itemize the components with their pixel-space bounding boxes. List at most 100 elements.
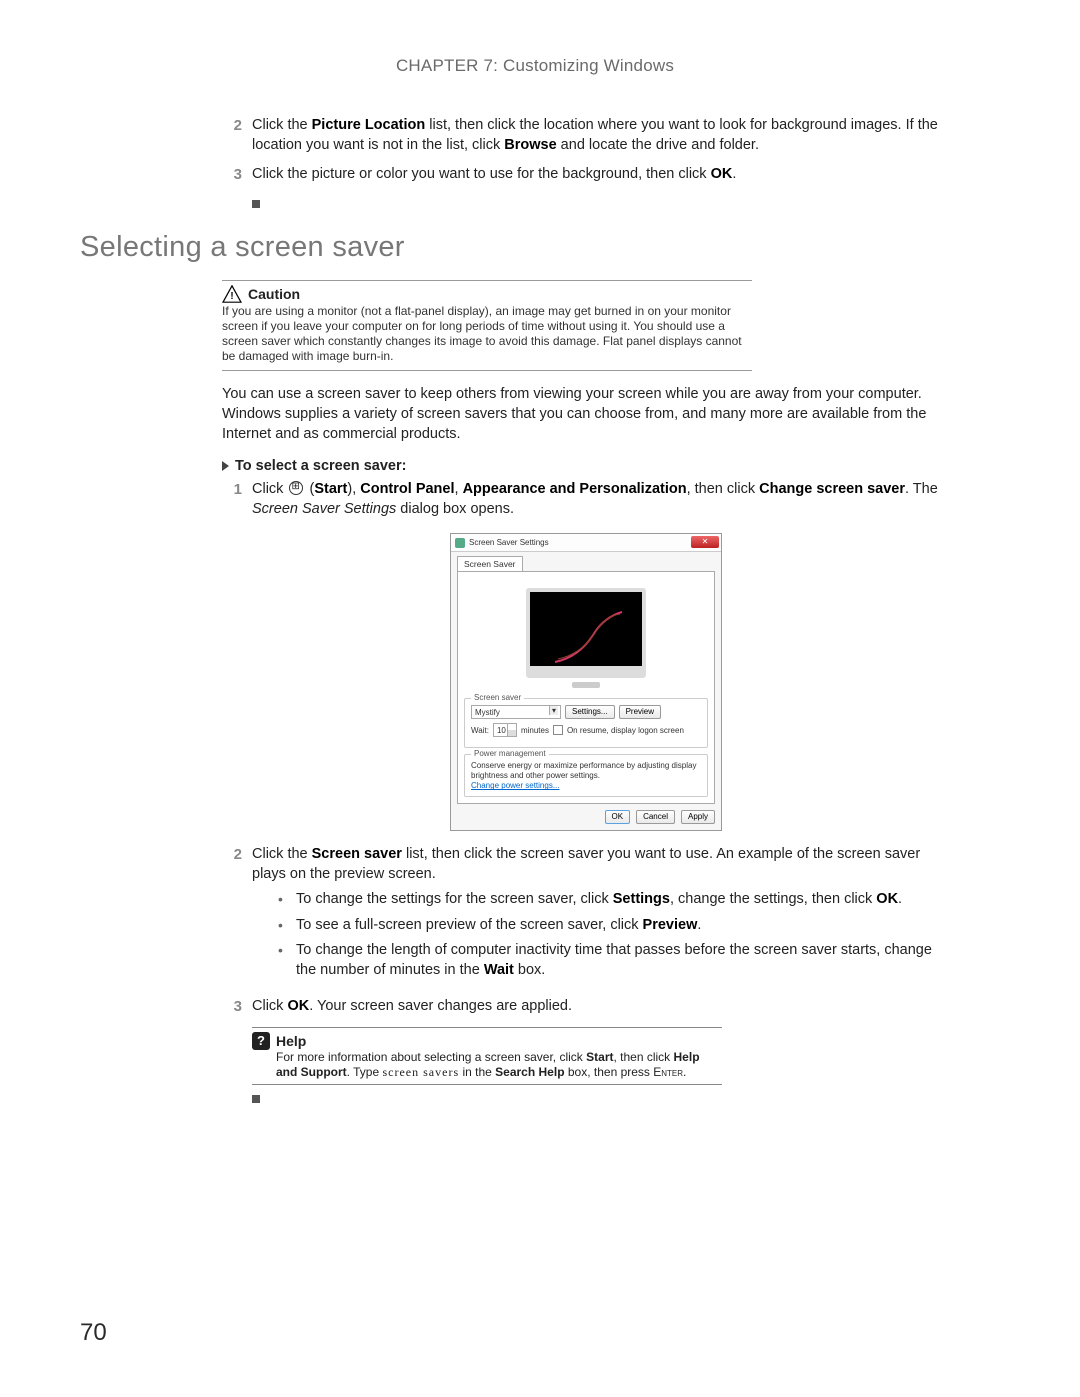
- text: ),: [347, 481, 360, 497]
- list-item: To change the settings for the screen sa…: [278, 890, 950, 910]
- proc-step-1: 1 Click (Start), Control Panel, Appearan…: [222, 480, 950, 519]
- text: Click the: [252, 117, 312, 133]
- text: To change the settings for the screen sa…: [296, 891, 613, 907]
- dialog-screenshot: Screen Saver Settings ✕ Screen Saver Scr…: [222, 533, 950, 831]
- warning-icon: !: [222, 285, 242, 303]
- content-column: ! Caution If you are using a monitor (no…: [222, 280, 950, 1107]
- text: box, then press: [565, 1065, 654, 1079]
- apply-button[interactable]: Apply: [681, 810, 715, 824]
- ok-button[interactable]: OK: [605, 810, 631, 824]
- wait-spinner[interactable]: 10: [493, 723, 517, 737]
- search-keyword: screen savers: [382, 1065, 459, 1079]
- preview-button[interactable]: Preview: [619, 705, 661, 719]
- dialog-titlebar: Screen Saver Settings ✕: [451, 534, 721, 552]
- text: , then click: [613, 1050, 673, 1064]
- step-number: 2: [222, 845, 252, 986]
- settings-button[interactable]: Settings...: [565, 705, 615, 719]
- minutes-label: minutes: [521, 726, 549, 735]
- screen-saver-fieldset: Screen saver Mystify Settings... Preview…: [464, 698, 708, 748]
- prev-step-3: 3 Click the picture or color you want to…: [222, 165, 950, 185]
- bold: Settings: [613, 891, 670, 907]
- screen-saver-settings-dialog: Screen Saver Settings ✕ Screen Saver Scr…: [450, 533, 722, 831]
- text: .: [683, 1065, 686, 1079]
- step-body: Click OK. Your screen saver changes are …: [252, 997, 950, 1017]
- text: .: [697, 917, 701, 933]
- list-item: To change the length of computer inactiv…: [278, 941, 950, 980]
- screensaver-preview: [526, 588, 646, 678]
- text: .: [898, 891, 902, 907]
- text: To see a full-screen preview of the scre…: [296, 917, 643, 933]
- step-body: Click the Picture Location list, then cl…: [252, 116, 950, 155]
- cancel-button[interactable]: Cancel: [636, 810, 675, 824]
- bold: Change screen saver: [759, 481, 905, 497]
- text: ,: [455, 481, 463, 497]
- procedure-header: To select a screen saver:: [222, 458, 950, 474]
- caution-text: If you are using a monitor (not a flat-p…: [222, 304, 752, 364]
- step-number: 3: [222, 165, 252, 185]
- text: .: [732, 166, 736, 182]
- text: . Your screen saver changes are applied.: [309, 998, 572, 1014]
- bold: Appearance and Personalization: [463, 481, 687, 497]
- bold: Start: [586, 1050, 613, 1064]
- step-body: Click (Start), Control Panel, Appearance…: [252, 480, 950, 519]
- text: To change the length of computer inactiv…: [296, 942, 932, 978]
- bold: Browse: [504, 137, 556, 153]
- resume-label: On resume, display logon screen: [567, 726, 684, 735]
- bold: OK: [287, 998, 309, 1014]
- help-icon: ?: [252, 1032, 270, 1050]
- bold: Wait: [484, 962, 514, 978]
- proc-step-3: 3 Click OK. Your screen saver changes ar…: [222, 997, 950, 1017]
- section-heading: Selecting a screen saver: [80, 231, 990, 264]
- caution-label: Caution: [248, 286, 300, 302]
- text: and locate the drive and folder.: [557, 137, 759, 153]
- bold: Control Panel: [360, 481, 454, 497]
- caution-callout: ! Caution If you are using a monitor (no…: [222, 280, 752, 371]
- mystify-curve-icon: [550, 607, 630, 667]
- bold: Search Help: [495, 1065, 564, 1079]
- intro-paragraph: You can use a screen saver to keep other…: [222, 385, 950, 444]
- dialog-icon: [455, 538, 465, 548]
- prev-step-2: 2 Click the Picture Location list, then …: [222, 116, 950, 155]
- end-of-procedure-icon: [252, 200, 260, 208]
- close-icon[interactable]: ✕: [691, 536, 719, 548]
- text: in the: [459, 1065, 495, 1079]
- screensaver-dropdown[interactable]: Mystify: [471, 705, 561, 719]
- fieldset-legend: Power management: [471, 749, 549, 758]
- step-body: Click the Screen saver list, then click …: [252, 845, 950, 986]
- step-body: Click the picture or color you want to u…: [252, 165, 950, 185]
- tab-screen-saver[interactable]: Screen Saver: [457, 556, 523, 571]
- step-number: 2: [222, 116, 252, 155]
- power-management-fieldset: Power management Conserve energy or maxi…: [464, 754, 708, 797]
- text: Click: [252, 998, 287, 1014]
- page-number: 70: [80, 1319, 107, 1347]
- windows-start-icon: [289, 481, 303, 495]
- step-number: 3: [222, 997, 252, 1017]
- content-column: 2 Click the Picture Location list, then …: [222, 116, 950, 213]
- resume-checkbox[interactable]: [553, 725, 563, 735]
- help-text: For more information about selecting a s…: [276, 1050, 722, 1080]
- text: . The: [905, 481, 938, 497]
- bold: OK: [876, 891, 898, 907]
- sub-bullet-list: To change the settings for the screen sa…: [278, 890, 950, 980]
- power-management-text: Conserve energy or maximize performance …: [471, 761, 701, 781]
- proc-step-2: 2 Click the Screen saver list, then clic…: [222, 845, 950, 986]
- bold: Start: [314, 481, 347, 497]
- keycap: Enter: [653, 1065, 683, 1079]
- text: Click the picture or color you want to u…: [252, 166, 711, 182]
- bold: OK: [711, 166, 733, 182]
- text: , then click: [687, 481, 760, 497]
- help-callout: ? Help For more information about select…: [252, 1027, 722, 1085]
- italic: Screen Saver Settings: [252, 501, 396, 517]
- chapter-header: CHAPTER 7: Customizing Windows: [80, 56, 990, 76]
- text: dialog box opens.: [396, 501, 514, 517]
- monitor-stand-icon: [572, 682, 600, 688]
- bold: Screen saver: [312, 846, 402, 862]
- text: For more information about selecting a s…: [276, 1050, 586, 1064]
- dialog-title: Screen Saver Settings: [469, 538, 549, 547]
- text: . Type: [347, 1065, 383, 1079]
- text: Click the: [252, 846, 312, 862]
- change-power-settings-link[interactable]: Change power settings...: [471, 781, 701, 790]
- end-of-procedure-icon: [252, 1095, 260, 1103]
- svg-text:!: !: [230, 291, 233, 302]
- bold: Picture Location: [312, 117, 426, 133]
